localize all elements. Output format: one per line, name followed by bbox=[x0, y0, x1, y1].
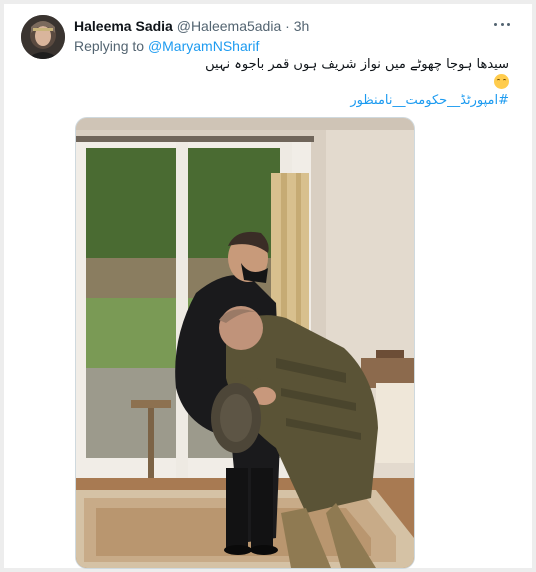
hugging-face-emoji bbox=[494, 74, 509, 89]
tweet-header: Haleema Sadia @Haleema5adia · 3h bbox=[74, 17, 309, 35]
reply-prefix: Replying to bbox=[74, 38, 145, 54]
separator-dot: · bbox=[285, 18, 290, 34]
display-name[interactable]: Haleema Sadia bbox=[74, 18, 173, 34]
tweet-card[interactable]: Haleema Sadia @Haleema5adia · 3h Replyin… bbox=[4, 4, 532, 569]
profile-avatar[interactable] bbox=[21, 15, 65, 59]
tweet-photo[interactable] bbox=[75, 117, 415, 569]
user-handle[interactable]: @Haleema5adia bbox=[177, 18, 282, 34]
reply-to-link[interactable]: @MaryamNSharif bbox=[148, 38, 259, 54]
replying-to-line: Replying to @MaryamNSharif bbox=[74, 37, 259, 55]
tweet-text: سیدھا ہوجا چھوٹے میں نواز شریف ہوں قمر ب… bbox=[205, 57, 509, 72]
more-horizontal-icon[interactable] bbox=[492, 14, 512, 34]
avatar-image bbox=[21, 15, 65, 59]
hashtag-link[interactable]: #امپورٹڈ__حکومت__نامنظور bbox=[350, 92, 509, 109]
tweet-text-block: سیدھا ہوجا چھوٹے میں نواز شریف ہوں قمر ب… bbox=[69, 56, 509, 90]
photo-image bbox=[76, 118, 414, 568]
timestamp[interactable]: 3h bbox=[294, 18, 310, 34]
